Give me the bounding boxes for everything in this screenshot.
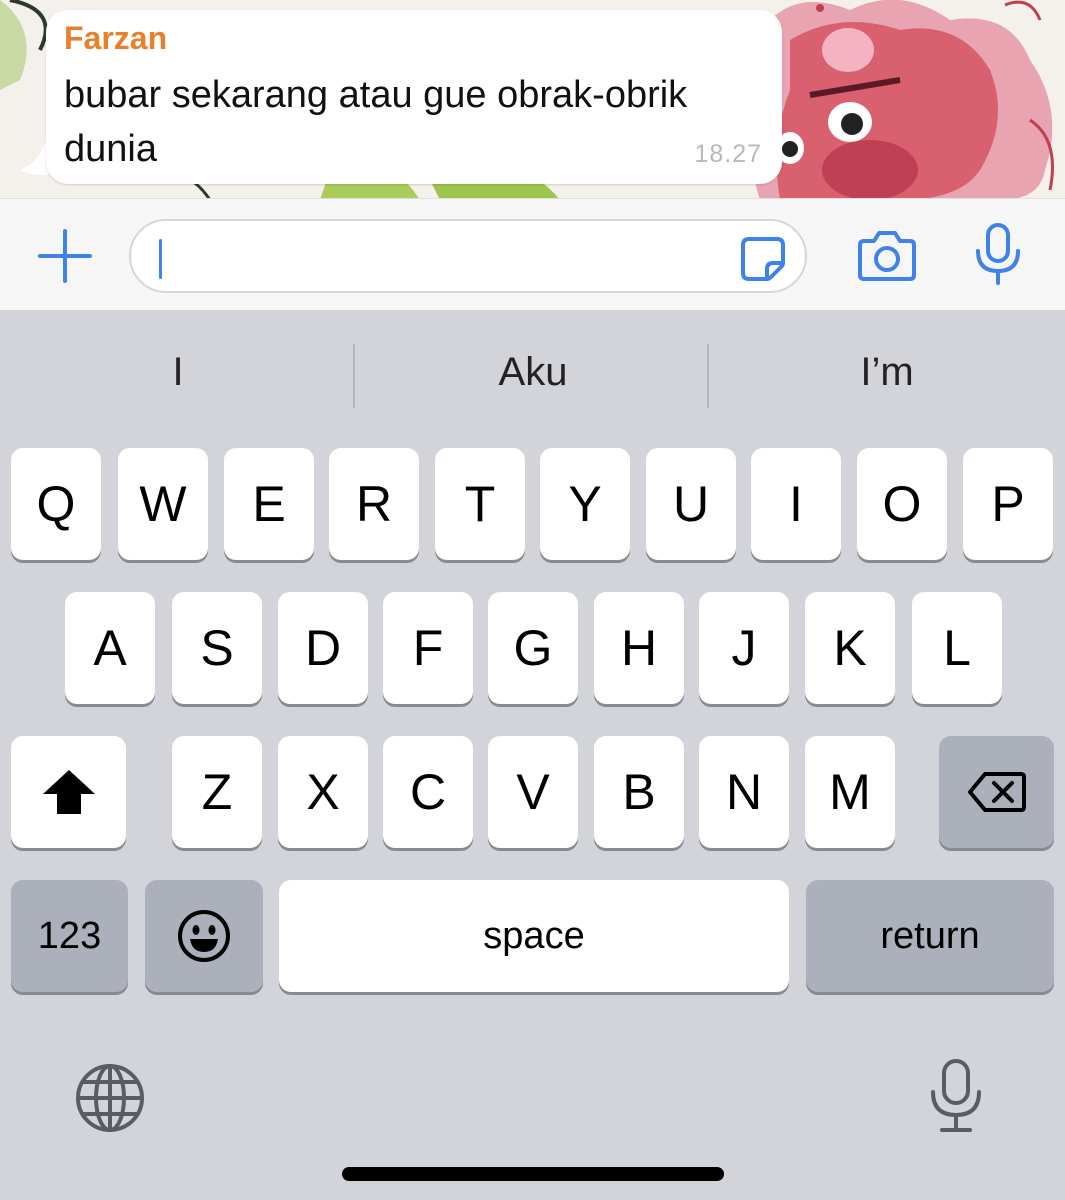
key-label: L	[943, 620, 971, 676]
key-label: G	[513, 620, 553, 676]
key-d[interactable]: D	[278, 592, 368, 704]
shift-key[interactable]	[11, 736, 126, 848]
key-label: N	[725, 764, 763, 820]
key-label: X	[306, 764, 340, 820]
key-label: Y	[568, 476, 602, 532]
key-v[interactable]: V	[488, 736, 578, 848]
backspace-key[interactable]	[939, 736, 1054, 848]
key-f[interactable]: F	[383, 592, 473, 704]
key-g[interactable]: G	[488, 592, 578, 704]
key-label: O	[882, 476, 922, 532]
key-label: E	[252, 476, 286, 532]
key-p[interactable]: P	[963, 448, 1053, 560]
key-label: T	[464, 476, 496, 532]
suggestion-1[interactable]: I	[8, 350, 348, 395]
key-x[interactable]: X	[278, 736, 368, 848]
key-i[interactable]: I	[751, 448, 841, 560]
message-bubble[interactable]: Farzan bubar sekarang atau gue obrak-obr…	[46, 10, 782, 184]
home-indicator	[342, 1167, 724, 1181]
key-label: A	[93, 620, 127, 676]
key-n[interactable]: N	[699, 736, 789, 848]
key-label: space	[483, 914, 585, 957]
message-sender[interactable]: Farzan	[64, 20, 167, 57]
key-q[interactable]: Q	[11, 448, 101, 560]
key-z[interactable]: Z	[172, 736, 262, 848]
emoji-icon	[178, 910, 230, 962]
key-m[interactable]: M	[805, 736, 895, 848]
plus-icon[interactable]	[36, 227, 94, 285]
key-k[interactable]: K	[805, 592, 895, 704]
key-label: R	[355, 476, 393, 532]
key-label: Q	[36, 476, 76, 532]
key-b[interactable]: B	[594, 736, 684, 848]
key-label: S	[200, 620, 234, 676]
dictation-icon[interactable]	[928, 1058, 984, 1134]
key-label: Z	[201, 764, 233, 820]
key-label: I	[789, 476, 803, 532]
suggestion-3[interactable]: I’m	[717, 350, 1057, 395]
numbers-key[interactable]: 123	[11, 880, 128, 992]
backspace-icon	[967, 772, 1026, 812]
sticker-icon[interactable]	[739, 235, 787, 283]
key-label: U	[672, 476, 710, 532]
key-h[interactable]: H	[594, 592, 684, 704]
key-label: J	[731, 620, 757, 676]
microphone-icon[interactable]	[972, 221, 1024, 287]
camera-icon[interactable]	[856, 227, 918, 283]
chat-area: Farzan bubar sekarang atau gue obrak-obr…	[0, 0, 1065, 200]
message-input[interactable]	[129, 219, 807, 293]
key-l[interactable]: L	[912, 592, 1002, 704]
message-time: 18.27	[694, 140, 762, 168]
key-label: B	[622, 764, 656, 820]
key-s[interactable]: S	[172, 592, 262, 704]
space-key[interactable]: space	[279, 880, 789, 992]
suggestion-divider	[707, 344, 709, 408]
key-y[interactable]: Y	[540, 448, 630, 560]
key-label: 123	[37, 914, 102, 957]
key-u[interactable]: U	[646, 448, 736, 560]
key-o[interactable]: O	[857, 448, 947, 560]
key-e[interactable]: E	[224, 448, 314, 560]
suggestion-bar: I Aku I’m	[0, 310, 1065, 442]
key-label: W	[139, 476, 187, 532]
key-r[interactable]: R	[329, 448, 419, 560]
key-w[interactable]: W	[118, 448, 208, 560]
key-label: V	[516, 764, 550, 820]
keyboard: I Aku I’m Q W E R T Y U I O P A S D F G …	[0, 310, 1065, 1200]
key-label: K	[833, 620, 867, 676]
key-label: C	[409, 764, 447, 820]
key-j[interactable]: J	[699, 592, 789, 704]
key-c[interactable]: C	[383, 736, 473, 848]
suggestion-divider	[353, 344, 355, 408]
text-caret	[159, 239, 162, 279]
emoji-key[interactable]	[145, 880, 263, 992]
suggestion-2[interactable]: Aku	[363, 350, 703, 395]
key-label: H	[620, 620, 658, 676]
key-label: P	[991, 476, 1025, 532]
return-key[interactable]: return	[806, 880, 1054, 992]
key-label: D	[304, 620, 342, 676]
globe-icon[interactable]	[74, 1062, 146, 1134]
key-a[interactable]: A	[65, 592, 155, 704]
shift-icon	[42, 770, 95, 814]
message-text: bubar sekarang atau gue obrak-obrik duni…	[64, 74, 688, 170]
key-t[interactable]: T	[435, 448, 525, 560]
key-label: F	[412, 620, 444, 676]
composer-bar	[0, 198, 1065, 310]
key-label: return	[880, 914, 980, 957]
key-label: M	[829, 764, 871, 820]
